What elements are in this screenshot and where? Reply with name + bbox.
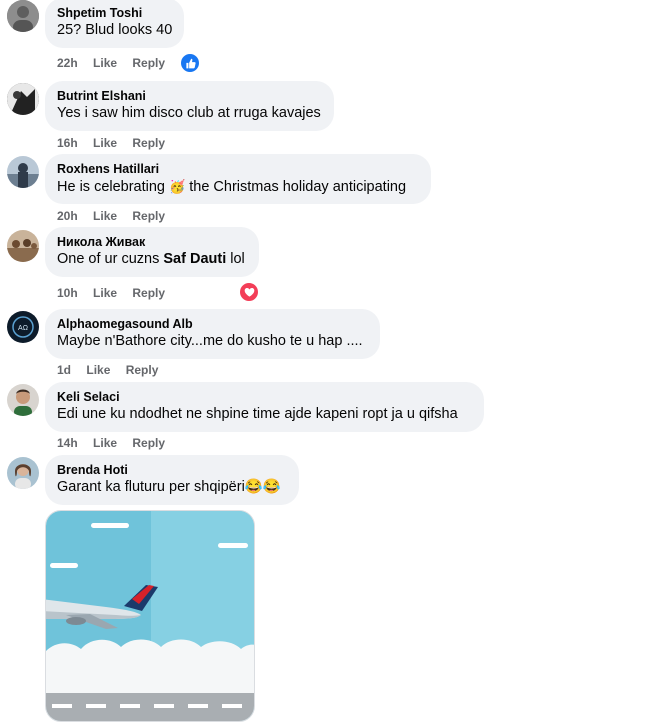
- comment-time[interactable]: 14h: [57, 436, 78, 450]
- heart-icon[interactable]: [238, 281, 260, 303]
- comment-author[interactable]: Butrint Elshani: [57, 88, 322, 104]
- avatar[interactable]: [7, 83, 39, 115]
- reply-button[interactable]: Reply: [132, 436, 165, 450]
- comment-bubble: Keli Selaci Edi une ku ndodhet ne shpine…: [45, 382, 484, 432]
- comment-author[interactable]: Alphaomegasound Alb: [57, 316, 368, 332]
- like-button[interactable]: Like: [93, 436, 117, 450]
- comment-author[interactable]: Brenda Hoti: [57, 462, 287, 478]
- comment-time[interactable]: 1d: [57, 363, 71, 377]
- comment-bubble: Alphaomegasound Alb Maybe n'Bathore city…: [45, 309, 380, 359]
- comment-actions: 10h Like Reply: [57, 286, 177, 300]
- comment-author[interactable]: Shpetim Toshi: [57, 5, 172, 21]
- comment-image-airplane[interactable]: [45, 510, 255, 722]
- like-button[interactable]: Like: [93, 56, 117, 70]
- comment-time[interactable]: 22h: [57, 56, 78, 70]
- avatar[interactable]: [7, 457, 39, 489]
- comment-text: He is celebrating 🥳 the Christmas holida…: [57, 179, 407, 195]
- reply-button[interactable]: Reply: [132, 209, 165, 223]
- comment-author[interactable]: Никола Живак: [57, 234, 247, 250]
- comment-text: One of ur cuzns Saf Dauti lol: [57, 251, 245, 267]
- like-button[interactable]: Like: [93, 286, 117, 300]
- comment-actions: 20h Like Reply: [57, 209, 177, 223]
- comment-bubble: Shpetim Toshi 25? Blud looks 40: [45, 0, 185, 48]
- like-button[interactable]: Like: [93, 136, 117, 150]
- comment-actions: 22h Like Reply: [57, 56, 177, 70]
- comment-bubble: Никола Живак One of ur cuzns Saf Dauti l…: [45, 227, 259, 277]
- reply-button[interactable]: Reply: [132, 136, 165, 150]
- comment-bubble: Roxhens Hatillari He is celebrating 🥳 th…: [45, 154, 431, 204]
- comment-time[interactable]: 10h: [57, 286, 78, 300]
- avatar[interactable]: [7, 384, 39, 416]
- reply-button[interactable]: Reply: [126, 363, 159, 377]
- comment-text: Edi une ku ndodhet ne shpine time ajde k…: [57, 406, 458, 422]
- like-icon[interactable]: [179, 52, 201, 74]
- comment-time[interactable]: 16h: [57, 136, 78, 150]
- like-button[interactable]: Like: [93, 209, 117, 223]
- comment-text: Garant ka fluturu per shqipëri😂😂: [57, 479, 281, 495]
- like-button[interactable]: Like: [86, 363, 110, 377]
- comment-text: Yes i saw him disco club at rruga kavaje…: [57, 105, 321, 121]
- comment-bubble: Butrint Elshani Yes i saw him disco club…: [45, 81, 334, 131]
- reply-button[interactable]: Reply: [132, 286, 165, 300]
- comment-actions: 16h Like Reply: [57, 136, 177, 150]
- avatar[interactable]: [7, 156, 39, 188]
- svg-text:ΑΩ: ΑΩ: [18, 325, 28, 332]
- comment-time[interactable]: 20h: [57, 209, 78, 223]
- reply-button[interactable]: Reply: [132, 56, 165, 70]
- comment-text: Maybe n'Bathore city...me do kusho te u …: [57, 333, 363, 349]
- avatar[interactable]: [7, 230, 39, 262]
- comment-bubble: Brenda Hoti Garant ka fluturu per shqipë…: [45, 455, 299, 505]
- mentioned-name[interactable]: Saf Dauti: [163, 251, 226, 267]
- comment-author[interactable]: Roxhens Hatillari: [57, 161, 419, 177]
- comment-author[interactable]: Keli Selaci: [57, 389, 472, 405]
- avatar[interactable]: ΑΩ: [7, 311, 39, 343]
- comment-text: 25? Blud looks 40: [57, 22, 173, 38]
- partying-face-emoji: 🥳: [169, 179, 186, 194]
- comment-actions: 14h Like Reply: [57, 436, 177, 450]
- comment-actions: 1d Like Reply: [57, 363, 170, 377]
- avatar[interactable]: [7, 0, 39, 32]
